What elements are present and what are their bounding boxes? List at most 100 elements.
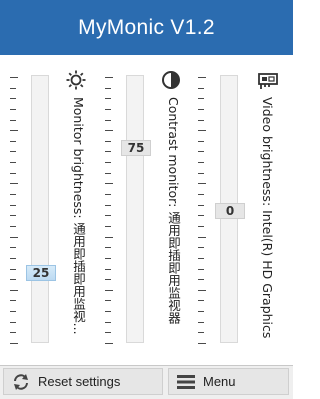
hamburger-menu-icon [177,374,195,389]
slider-tick [10,269,16,270]
slider-tick [10,77,18,78]
slider-tick [10,343,18,344]
app-title: MyMonic V1.2 [78,15,215,39]
slider-tick [10,120,16,121]
menu-label: Menu [203,374,236,389]
slider-tick [10,88,16,89]
video-brightness-group: 0 Video brightness: Intel(R) HD Graphics [198,55,288,365]
contrast-thumb[interactable]: 75 [121,140,151,156]
slider-tick [10,258,16,259]
monitor-brightness-group: 25 Monitor brightness: 通用即插即用监视... [10,55,90,365]
slider-tick [198,269,204,270]
slider-tick [10,98,16,99]
slider-tick [198,290,206,291]
slider-tick [105,258,111,259]
slider-tick [10,332,16,333]
slider-tick [198,162,204,163]
slider-tick [198,311,204,312]
slider-tick [10,141,16,142]
slider-tick [105,194,111,195]
slider-tick [105,130,113,131]
slider-tick [198,279,204,280]
contrast-icon [162,71,180,89]
slider-tick [10,151,16,152]
slider-tick [198,343,206,344]
contrast-group: 75 Contrast monitor: 通用即插即用监视器 [105,55,185,365]
slider-tick [105,173,111,174]
slider-tick [198,322,204,323]
slider-tick [105,247,111,248]
video-brightness-thumb[interactable]: 0 [215,203,245,219]
slider-tick [105,226,111,227]
slider-tick [198,215,204,216]
sliders-panel: 25 Monitor brightness: 通用即插即用监视... 75 Co… [0,55,293,366]
contrast-ticks [105,77,113,344]
slider-tick [105,151,111,152]
slider-tick [198,300,204,301]
reset-settings-button[interactable]: Reset settings [3,368,163,395]
slider-tick [105,88,111,89]
slider-tick [198,226,204,227]
contrast-slider[interactable]: 75 [121,75,151,343]
slider-tick [198,237,206,238]
slider-tick [105,290,113,291]
contrast-value: 75 [127,141,145,155]
slider-tick [105,269,111,270]
slider-tick [10,279,16,280]
slider-tick [105,109,111,110]
slider-tick [105,300,111,301]
slider-tick [10,162,16,163]
slider-tick [105,322,111,323]
slider-tick [10,237,18,238]
slider-tick [10,290,18,291]
video-brightness-label: Video brightness: Intel(R) HD Graphics [260,97,275,339]
monitor-brightness-label: Monitor brightness: 通用即插即用监视... [71,97,86,335]
footer-bar: Reset settings Menu [0,366,293,399]
reset-settings-label: Reset settings [38,374,121,389]
slider-tick [10,311,16,312]
slider-tick [198,141,204,142]
graphics-card-icon [258,73,278,89]
slider-tick [10,215,16,216]
slider-tick [198,205,204,206]
monitor-brightness-ticks [10,77,18,344]
contrast-label: Contrast monitor: 通用即插即用监视器 [166,97,181,324]
slider-tick [198,98,204,99]
slider-tick [10,226,16,227]
slider-tick [10,194,16,195]
monitor-brightness-value: 25 [32,266,50,280]
slider-tick [105,205,111,206]
slider-tick [105,141,111,142]
slider-tick [10,109,16,110]
sun-icon [66,70,86,90]
slider-tick [105,98,111,99]
slider-tick [105,237,113,238]
video-brightness-value: 0 [225,204,235,218]
slider-tick [198,332,204,333]
slider-tick [198,194,204,195]
slider-tick [10,322,16,323]
monitor-brightness-thumb[interactable]: 25 [26,265,56,281]
slider-tick [10,183,18,184]
video-brightness-slider[interactable]: 0 [215,75,245,343]
slider-tick [105,162,111,163]
slider-tick [105,183,113,184]
slider-tick [105,77,113,78]
slider-tick [10,300,16,301]
slider-tick [105,120,111,121]
slider-tick [198,130,206,131]
slider-tick [105,311,111,312]
slider-tick [198,258,204,259]
slider-tick [198,88,204,89]
slider-tick [198,109,204,110]
video-brightness-ticks [198,77,206,344]
slider-tick [198,120,204,121]
refresh-icon [14,373,28,390]
slider-tick [10,247,16,248]
slider-tick [105,215,111,216]
slider-tick [198,151,204,152]
slider-tick [105,332,111,333]
monitor-brightness-slider[interactable]: 25 [26,75,56,343]
menu-button[interactable]: Menu [168,368,289,395]
slider-tick [198,77,206,78]
